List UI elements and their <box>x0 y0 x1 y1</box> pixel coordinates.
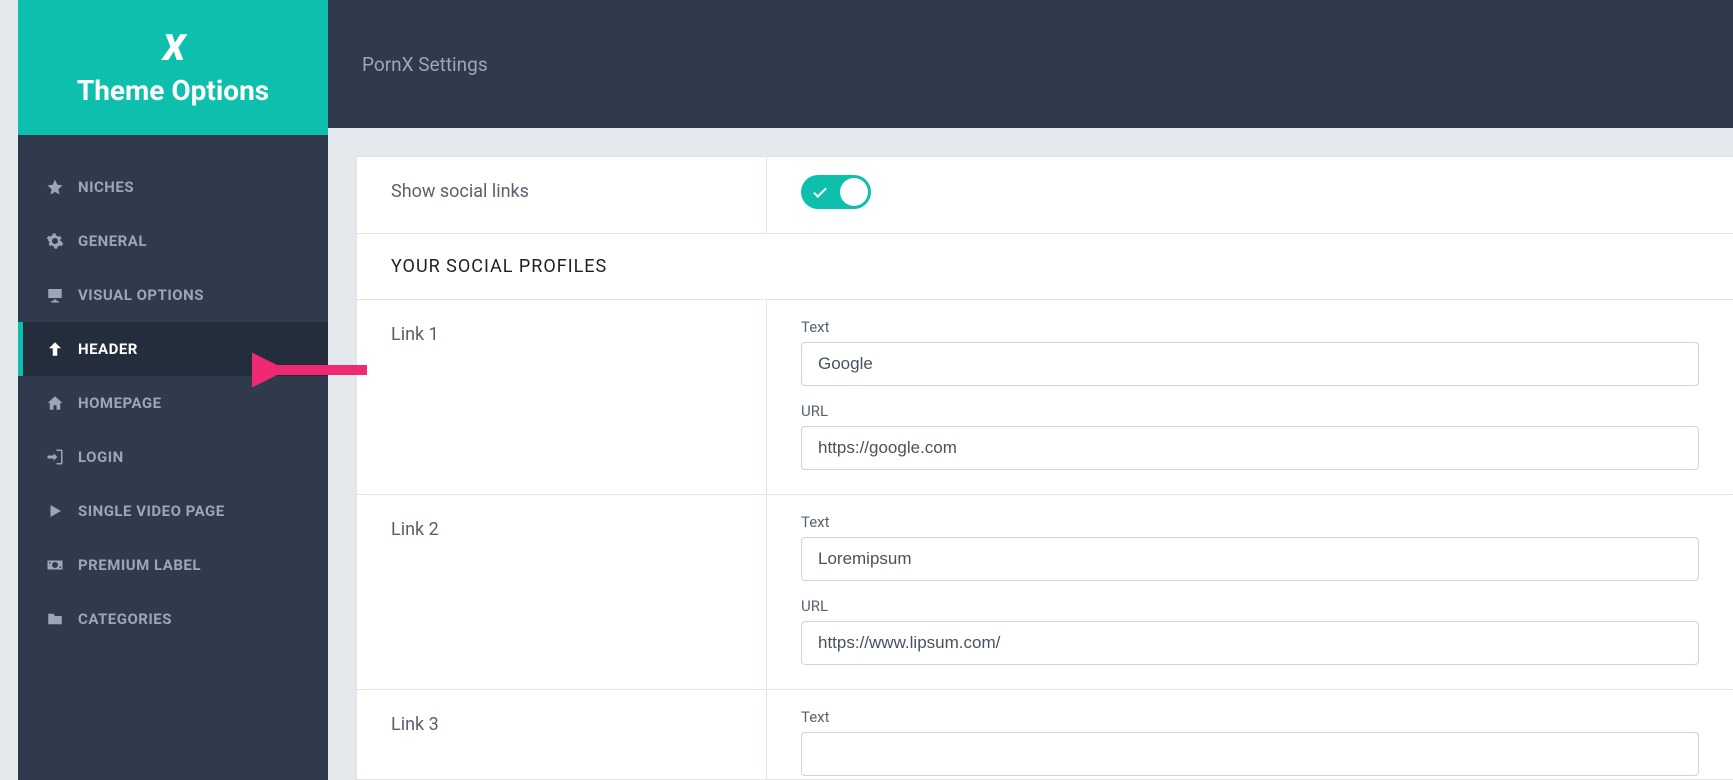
login-icon <box>46 448 64 466</box>
gear-icon <box>46 232 64 250</box>
left-gutter <box>0 0 18 780</box>
sidebar-item-label: SINGLE VIDEO PAGE <box>78 502 225 520</box>
sidebar-item-login[interactable]: LOGIN <box>18 430 328 484</box>
star-icon <box>46 178 64 196</box>
row-show-social-links: Show social links <box>357 157 1733 234</box>
link-1-url-input[interactable] <box>801 426 1699 470</box>
link-1-controls: Text URL <box>767 300 1733 494</box>
sidebar-item-label: VISUAL OPTIONS <box>78 286 204 304</box>
sidebar-item-general[interactable]: GENERAL <box>18 214 328 268</box>
settings-panel: Show social links YOUR SOCIAL PROFILES <box>356 156 1733 780</box>
link-2-url-input[interactable] <box>801 621 1699 665</box>
logo: X <box>38 30 308 66</box>
sidebar-item-categories[interactable]: CATEGORIES <box>18 592 328 646</box>
link-3-text-input[interactable] <box>801 732 1699 776</box>
link-1-label: Link 1 <box>357 300 767 494</box>
content-area: Show social links YOUR SOCIAL PROFILES <box>328 128 1733 780</box>
sidebar-item-single-video-page[interactable]: SINGLE VIDEO PAGE <box>18 484 328 538</box>
toggle-knob <box>840 178 868 206</box>
arrow-up-icon <box>46 340 64 358</box>
section-social-profiles: YOUR SOCIAL PROFILES <box>357 234 1733 300</box>
show-social-links-toggle[interactable] <box>801 175 871 209</box>
link-1-text-label: Text <box>801 318 1699 336</box>
main: PornX Settings Show social links <box>328 0 1733 780</box>
page-title: PornX Settings <box>362 53 488 76</box>
sidebar-item-visual-options[interactable]: VISUAL OPTIONS <box>18 268 328 322</box>
topbar: PornX Settings <box>328 0 1733 128</box>
link-2-controls: Text URL <box>767 495 1733 689</box>
link-1-url-label: URL <box>801 402 1699 420</box>
sidebar-item-homepage[interactable]: HOMEPAGE <box>18 376 328 430</box>
show-social-links-control <box>767 157 1733 233</box>
link-3-controls: Text <box>767 690 1733 780</box>
check-icon <box>811 183 829 201</box>
sidebar-item-header[interactable]: HEADER <box>18 322 328 376</box>
sidebar-item-label: PREMIUM LABEL <box>78 556 201 574</box>
sidebar-item-label: CATEGORIES <box>78 610 172 628</box>
folder-icon <box>46 610 64 628</box>
sidebar-item-label: GENERAL <box>78 232 147 250</box>
money-icon <box>46 556 64 574</box>
link-3-text-label: Text <box>801 708 1699 726</box>
row-link-1: Link 1 Text URL <box>357 300 1733 495</box>
link-1-text-input[interactable] <box>801 342 1699 386</box>
link-2-text-input[interactable] <box>801 537 1699 581</box>
play-icon <box>46 502 64 520</box>
section-title: YOUR SOCIAL PROFILES <box>391 256 607 277</box>
sidebar-item-niches[interactable]: NICHES <box>18 160 328 214</box>
home-icon <box>46 394 64 412</box>
row-link-3: Link 3 Text <box>357 690 1733 780</box>
sidebar-item-label: HOMEPAGE <box>78 394 162 412</box>
sidebar: X Theme Options NICHES GENERAL VISUAL OP… <box>18 0 328 780</box>
sidebar-title: Theme Options <box>38 74 308 107</box>
sidebar-item-premium-label[interactable]: PREMIUM LABEL <box>18 538 328 592</box>
link-2-url-label: URL <box>801 597 1699 615</box>
sidebar-item-label: HEADER <box>78 340 138 358</box>
link-3-label: Link 3 <box>357 690 767 780</box>
sidebar-item-label: LOGIN <box>78 448 124 466</box>
show-social-links-label: Show social links <box>357 157 767 233</box>
link-2-label: Link 2 <box>357 495 767 689</box>
link-2-text-label: Text <box>801 513 1699 531</box>
sidebar-header: X Theme Options <box>18 0 328 135</box>
sidebar-gap <box>18 135 328 160</box>
row-link-2: Link 2 Text URL <box>357 495 1733 690</box>
monitor-icon <box>46 286 64 304</box>
sidebar-item-label: NICHES <box>78 178 134 196</box>
